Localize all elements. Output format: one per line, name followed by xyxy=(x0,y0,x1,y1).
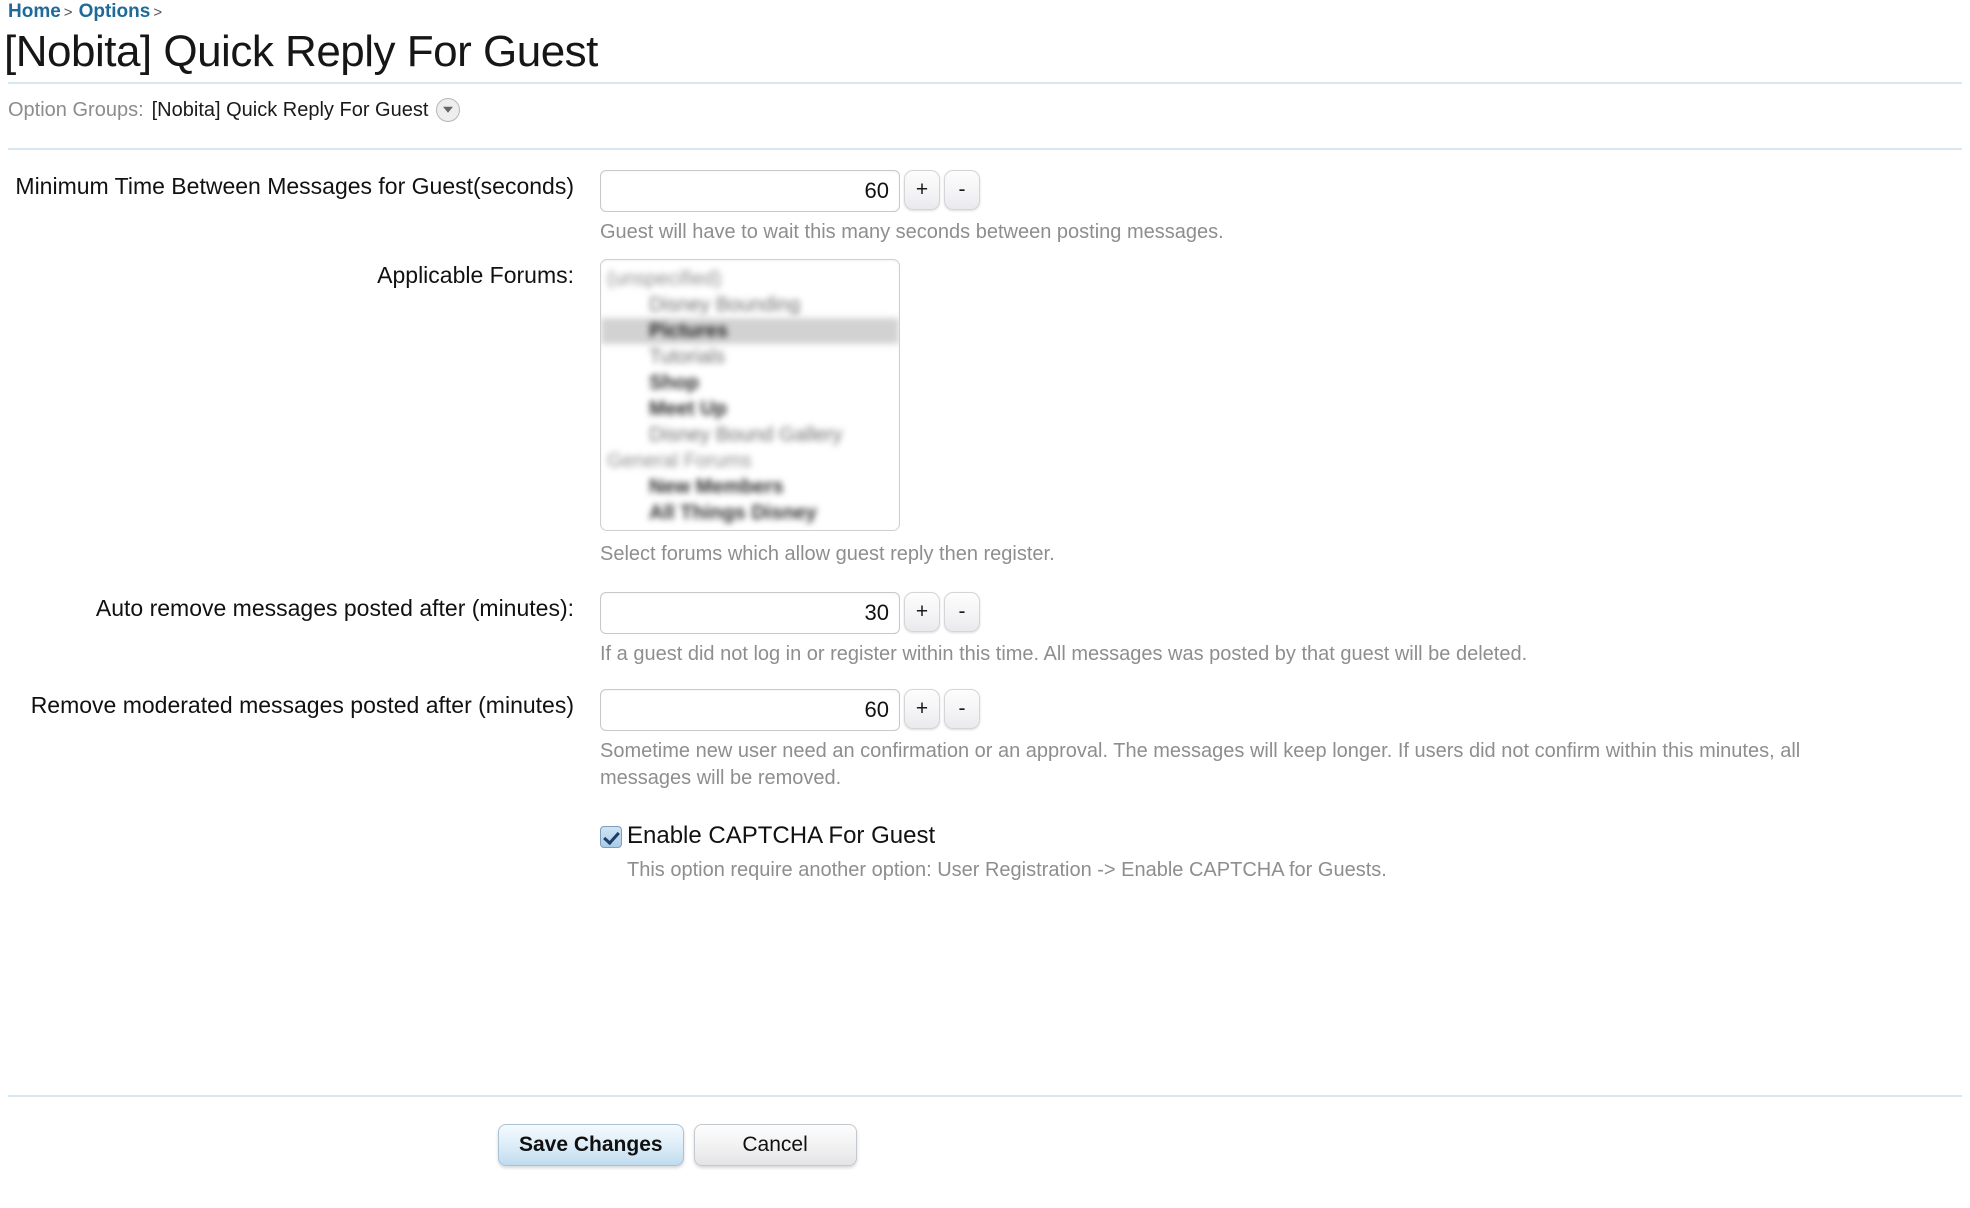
field-row-remove-moderated: Remove moderated messages posted after (… xyxy=(0,689,1970,792)
forum-option[interactable]: General Forums xyxy=(601,448,899,474)
auto-remove-increment-button[interactable]: + xyxy=(904,592,940,632)
forum-option[interactable]: Meet Up xyxy=(601,396,899,422)
captcha-hint: This option require another option: User… xyxy=(627,859,1387,881)
forum-option[interactable]: All Things Disney xyxy=(601,500,899,526)
breadcrumb-separator-2: > xyxy=(153,4,163,21)
form-actions: Save Changes Cancel xyxy=(498,1124,857,1166)
field-row-applicable-forums: Applicable Forums: (unspecified) Disney B… xyxy=(0,259,1970,568)
forum-option[interactable]: Tutorials xyxy=(601,344,899,370)
breadcrumb-link-options[interactable]: Options xyxy=(79,1,151,22)
field-row-min-time: Minimum Time Between Messages for Guest(… xyxy=(0,170,1970,246)
options-form: Minimum Time Between Messages for Guest(… xyxy=(0,160,1970,884)
chevron-down-circle-icon[interactable] xyxy=(436,98,461,122)
auto-remove-label: Auto remove messages posted after (minut… xyxy=(95,595,574,621)
captcha-checkbox-row: Enable CAPTCHA For Guest xyxy=(600,820,1970,852)
captcha-label[interactable]: Enable CAPTCHA For Guest xyxy=(627,820,935,852)
remove-moderated-stepper: + - xyxy=(600,689,1970,731)
applicable-forums-listbox[interactable]: (unspecified) Disney Bounding Pictures Tuto… xyxy=(600,259,900,531)
auto-remove-decrement-button[interactable]: - xyxy=(944,592,980,632)
breadcrumb-separator-1: > xyxy=(63,4,73,21)
forum-option[interactable]: New Members xyxy=(601,474,899,500)
forum-option[interactable]: Pictures xyxy=(601,318,899,344)
min-time-label: Minimum Time Between Messages for Guest(… xyxy=(15,173,574,199)
applicable-forums-label: Applicable Forums: xyxy=(377,262,574,288)
applicable-forums-hint: Select forums which allow guest reply th… xyxy=(600,543,1055,565)
captcha-checkbox[interactable] xyxy=(600,826,622,848)
remove-moderated-decrement-button[interactable]: - xyxy=(944,689,980,729)
options-page: Home > Options > [Nobita] Quick Reply For G… xyxy=(0,0,1970,1208)
cancel-button[interactable]: Cancel xyxy=(693,1124,857,1166)
field-row-auto-remove: Auto remove messages posted after (minut… xyxy=(0,592,1970,668)
auto-remove-hint: If a guest did not log in or register wi… xyxy=(600,643,1528,665)
forum-option[interactable]: Shop xyxy=(601,370,899,396)
forum-option[interactable]: (unspecified) xyxy=(601,266,899,292)
forum-option[interactable]: Disney Bound Gallery xyxy=(601,422,899,448)
option-groups-value[interactable]: [Nobita] Quick Reply For Guest xyxy=(152,96,429,124)
breadcrumb: Home > Options > xyxy=(8,0,168,25)
min-time-input[interactable] xyxy=(600,170,900,212)
option-groups-label: Option Groups: xyxy=(8,99,144,121)
forum-option[interactable]: Disney Bounding xyxy=(601,292,899,318)
remove-moderated-label: Remove moderated messages posted after (… xyxy=(30,692,574,718)
min-time-stepper: + - xyxy=(600,170,1970,212)
divider-top xyxy=(8,82,1962,84)
breadcrumb-link-home[interactable]: Home xyxy=(8,1,61,22)
remove-moderated-hint: Sometime new user need an confirmation o… xyxy=(600,740,1801,789)
auto-remove-input[interactable] xyxy=(600,592,900,634)
divider-under-option-groups xyxy=(8,148,1962,150)
auto-remove-stepper: + - xyxy=(600,592,1970,634)
field-row-captcha: Enable CAPTCHA For Guest This option req… xyxy=(0,820,1970,884)
option-groups-bar: Option Groups: [Nobita] Quick Reply For … xyxy=(8,96,461,124)
min-time-decrement-button[interactable]: - xyxy=(944,170,980,210)
page-title: [Nobita] Quick Reply For Guest xyxy=(4,27,598,76)
remove-moderated-input[interactable] xyxy=(600,689,900,731)
divider-footer xyxy=(8,1095,1962,1097)
remove-moderated-increment-button[interactable]: + xyxy=(904,689,940,729)
min-time-hint: Guest will have to wait this many second… xyxy=(600,221,1224,243)
min-time-increment-button[interactable]: + xyxy=(904,170,940,210)
save-changes-button[interactable]: Save Changes xyxy=(498,1124,684,1166)
